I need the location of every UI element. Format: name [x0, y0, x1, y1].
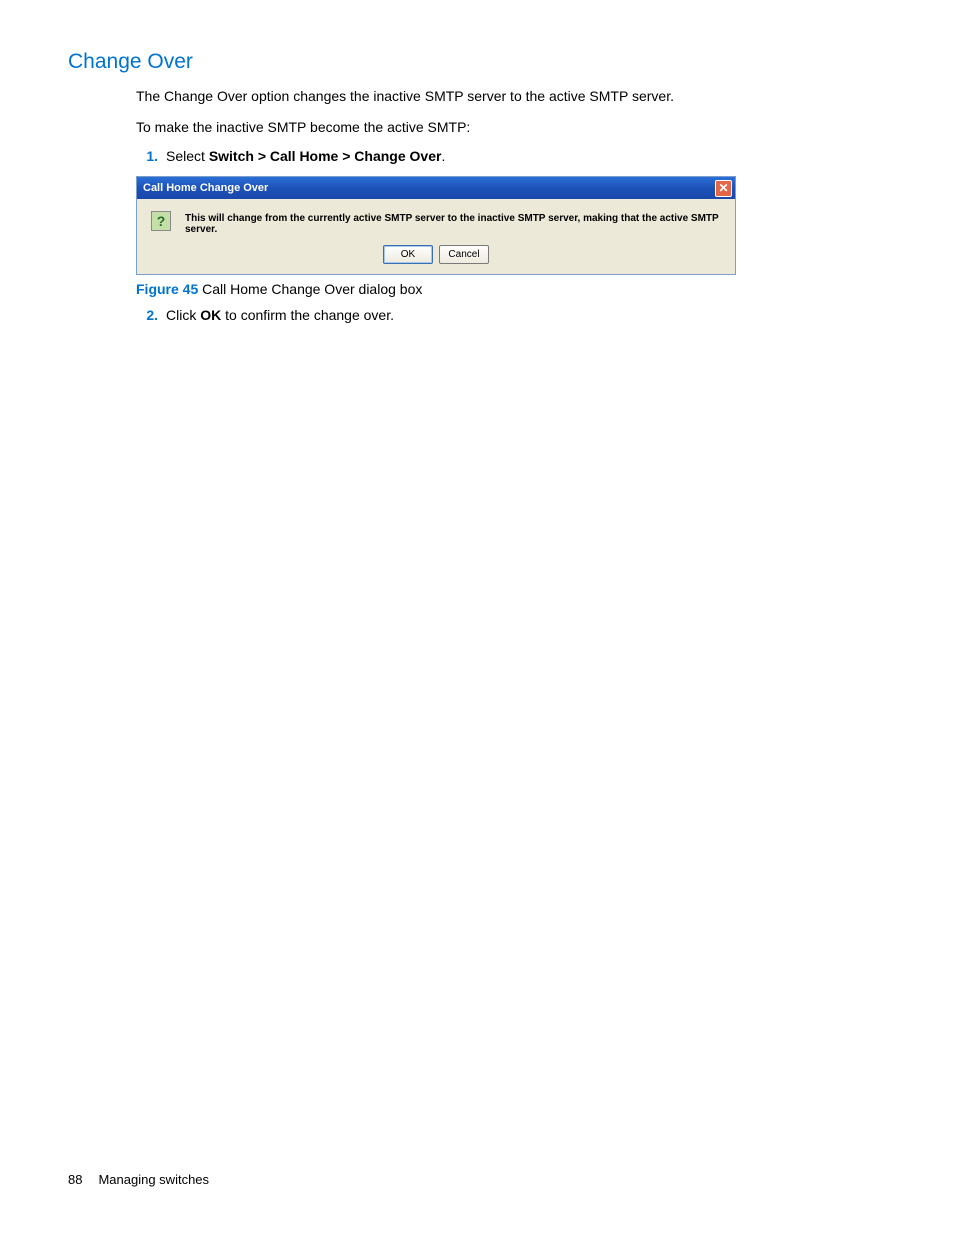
step-bold: OK: [200, 307, 221, 323]
step-suffix: to confirm the change over.: [221, 307, 394, 323]
step-number: 2.: [136, 307, 158, 323]
step-number: 1.: [136, 148, 158, 164]
step-2: 2. Click OK to confirm the change over.: [136, 307, 886, 323]
step-text: Click OK to confirm the change over.: [166, 307, 394, 323]
ok-button[interactable]: OK: [383, 245, 433, 264]
dialog-button-row: OK Cancel: [137, 239, 735, 274]
dialog-message: This will change from the currently acti…: [185, 211, 725, 235]
question-mark: ?: [157, 213, 166, 229]
page-number: 88: [68, 1172, 82, 1187]
footer-section-title: Managing switches: [98, 1172, 209, 1187]
page-footer: 88 Managing switches: [68, 1172, 209, 1187]
question-icon: ?: [151, 211, 171, 231]
figure-text: Call Home Change Over dialog box: [198, 281, 422, 297]
step-prefix: Select: [166, 148, 209, 164]
step-suffix: .: [441, 148, 445, 164]
figure-caption: Figure 45 Call Home Change Over dialog b…: [136, 281, 886, 297]
intro-paragraph-2: To make the inactive SMTP become the act…: [136, 117, 886, 138]
step-menu-path: Switch > Call Home > Change Over: [209, 148, 442, 164]
dialog-titlebar: Call Home Change Over ✕: [137, 177, 735, 199]
step-text: Select Switch > Call Home > Change Over.: [166, 148, 445, 164]
procedure-list: 1. Select Switch > Call Home > Change Ov…: [136, 148, 886, 164]
section-heading: Change Over: [68, 50, 886, 74]
cancel-button[interactable]: Cancel: [439, 245, 489, 264]
dialog-window: Call Home Change Over ✕ ? This will chan…: [136, 176, 736, 275]
figure-label: Figure 45: [136, 281, 198, 297]
close-button[interactable]: ✕: [715, 180, 732, 197]
dialog-screenshot: Call Home Change Over ✕ ? This will chan…: [136, 176, 736, 275]
step-prefix: Click: [166, 307, 200, 323]
dialog-body: ? This will change from the currently ac…: [137, 199, 735, 239]
step-1: 1. Select Switch > Call Home > Change Ov…: [136, 148, 886, 164]
close-icon: ✕: [718, 182, 728, 194]
dialog-title: Call Home Change Over: [143, 182, 268, 194]
procedure-list-2: 2. Click OK to confirm the change over.: [136, 307, 886, 323]
intro-paragraph-1: The Change Over option changes the inact…: [136, 86, 886, 107]
